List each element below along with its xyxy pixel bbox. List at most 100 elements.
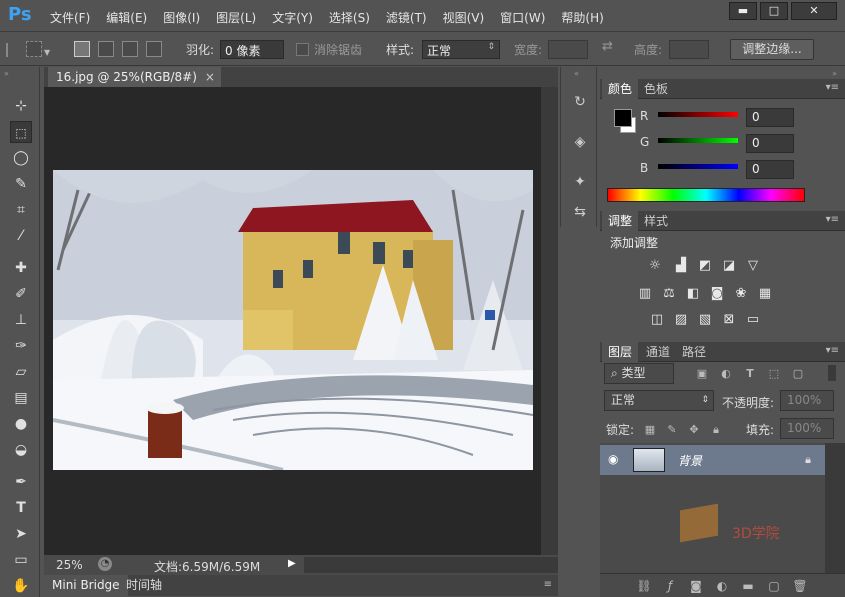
tab-channels[interactable]: 通道 [640,342,676,362]
brush-presets-icon[interactable]: ✦ [569,171,591,193]
subtract-selection-icon[interactable] [122,41,138,57]
menu-layer[interactable]: 图层(L) [208,9,264,26]
swap-icon[interactable]: ⇄ [602,39,613,54]
shape-filter-icon[interactable]: ⬚ [766,366,782,382]
blue-track[interactable] [658,164,738,169]
filter-toggle[interactable] [828,365,836,381]
gradient-tool-icon[interactable]: ▤ [10,387,32,409]
layer-row[interactable]: ◉ 背景 🔒︎ [600,445,825,475]
eyedropper-tool-icon[interactable]: ⁄ [10,225,32,247]
green-value[interactable]: 0 [746,134,794,153]
add-selection-icon[interactable] [98,41,114,57]
red-track[interactable] [658,112,738,117]
tool-presets-icon[interactable]: ⇆ [569,201,591,223]
blur-tool-icon[interactable]: ● [10,413,32,435]
selective-color-icon[interactable]: ⊠ [720,311,738,329]
opacity-input[interactable]: 100% [780,390,834,411]
lock-transparent-icon[interactable]: ▦ [642,422,658,438]
tab-mini-bridge[interactable]: Mini Bridge [44,575,128,596]
marquee-tool-icon[interactable]: ⬚ [10,121,32,143]
new-adjustment-layer-icon[interactable]: ◐ [714,578,730,594]
preset-dropdown-icon[interactable]: ▼ [44,48,50,57]
tab-adjustments[interactable]: 调整 [602,211,639,231]
lock-image-icon[interactable]: ✎ [664,422,680,438]
new-group-icon[interactable]: ▬ [740,578,756,594]
fill-input[interactable]: 100% [780,418,834,439]
style-select[interactable]: 正常 ⇕ [422,40,500,59]
healing-brush-tool-icon[interactable]: ✚ [10,257,32,279]
blue-value[interactable]: 0 [746,160,794,179]
lock-position-icon[interactable]: ✥ [686,422,702,438]
intersect-selection-icon[interactable] [146,41,162,57]
tab-swatches[interactable]: 色板 [638,79,674,99]
link-layers-icon[interactable]: ⛓ [636,578,652,594]
history-panel-icon[interactable]: ↻ [569,91,591,113]
status-arrow-icon[interactable]: ▶ [288,558,300,572]
document-tab[interactable]: 16.jpg @ 25%(RGB/8#) × [48,67,221,87]
stamp-tool-icon[interactable]: ⊥ [10,309,32,331]
menu-window[interactable]: 窗口(W) [492,9,553,26]
lasso-tool-icon[interactable]: ◯ [10,147,32,169]
vertical-scrollbar[interactable] [541,87,558,555]
status-info-icon[interactable]: ◔ [98,557,112,571]
history-brush-tool-icon[interactable]: ✑ [10,335,32,357]
delete-layer-icon[interactable]: 🗑︎ [792,578,808,594]
panel-menu-icon[interactable]: ≡ [544,579,552,590]
lock-all-icon[interactable]: 🔒︎ [708,422,724,438]
close-button[interactable]: ✕ [791,2,837,20]
brightness-icon[interactable]: ☼ [646,257,664,275]
adjustment-filter-icon[interactable]: ◐ [718,366,734,382]
layer-style-icon[interactable]: ƒ [662,578,678,594]
menu-view[interactable]: 视图(V) [435,9,493,26]
green-track[interactable] [658,138,738,143]
smart-object-filter-icon[interactable]: ▢ [790,366,806,382]
collapse-arrows-icon[interactable]: « [574,69,579,78]
zoom-level[interactable]: 25% [56,558,83,572]
eye-icon[interactable]: ◉ [608,452,618,466]
tab-close-icon[interactable]: × [205,67,215,87]
menu-help[interactable]: 帮助(H) [553,9,611,26]
collapse-arrows-icon[interactable]: » [832,69,837,78]
red-value[interactable]: 0 [746,108,794,127]
eraser-tool-icon[interactable]: ▱ [10,361,32,383]
black-white-icon[interactable]: ◧ [684,285,702,303]
3d-panel-icon[interactable]: ◈ [569,131,591,153]
panel-menu-icon[interactable]: ▾≡ [826,345,839,356]
type-tool-icon[interactable]: T [10,497,32,519]
menu-file[interactable]: 文件(F) [50,9,98,26]
channel-mixer-icon[interactable]: ❀ [732,285,750,303]
marquee-preset-icon[interactable] [26,41,42,57]
color-balance-icon[interactable]: ⚖ [660,285,678,303]
hand-tool-icon[interactable]: ✋ [10,575,32,597]
panel-menu-icon[interactable]: ▾≡ [826,82,839,93]
photo-filter-icon[interactable]: ◙ [708,285,726,303]
minimize-button[interactable]: ▬ [729,2,757,20]
add-mask-icon[interactable]: ◙ [688,578,704,594]
foreground-color-swatch[interactable] [614,109,632,127]
crop-tool-icon[interactable]: ⌗ [10,199,32,221]
quick-select-tool-icon[interactable]: ✎ [10,173,32,195]
dodge-tool-icon[interactable]: ◒ [10,439,32,461]
tab-layers[interactable]: 图层 [602,342,639,362]
layer-name[interactable]: 背景 [678,452,702,469]
new-layer-icon[interactable]: ▢ [766,578,782,594]
layer-filter-select[interactable]: ⌕ 类型 [604,363,674,384]
vibrance-icon[interactable]: ▽ [744,257,762,275]
new-selection-icon[interactable] [74,41,90,57]
tab-color[interactable]: 颜色 [602,79,639,99]
exposure-icon[interactable]: ◪ [720,257,738,275]
type-filter-icon[interactable]: T [742,366,758,382]
tab-styles[interactable]: 样式 [638,211,674,231]
menu-select[interactable]: 选择(S) [321,9,378,26]
tab-timeline[interactable]: 时间轴 [118,575,170,596]
curves-icon[interactable]: ◩ [696,257,714,275]
feather-input[interactable]: 0 像素 [220,40,284,59]
width-input[interactable] [548,40,588,59]
invert-icon[interactable]: ◫ [648,311,666,329]
image-canvas[interactable] [53,170,533,470]
horizontal-scrollbar[interactable] [304,557,558,573]
menu-image[interactable]: 图像(I) [155,9,208,26]
menu-edit[interactable]: 编辑(E) [98,9,155,26]
tab-paths[interactable]: 路径 [676,342,712,362]
blend-mode-select[interactable]: 正常 ⇕ [604,390,714,411]
